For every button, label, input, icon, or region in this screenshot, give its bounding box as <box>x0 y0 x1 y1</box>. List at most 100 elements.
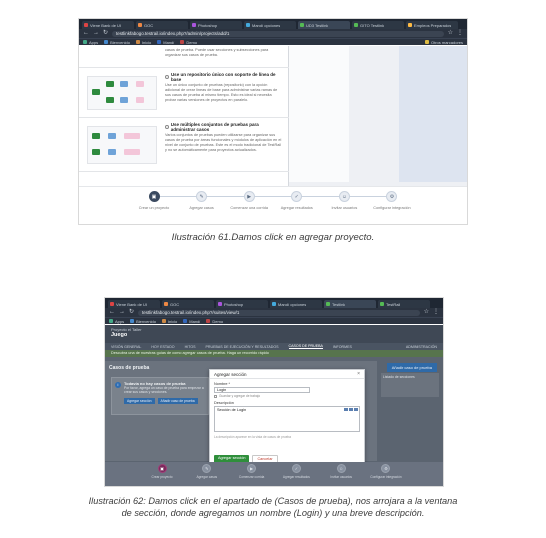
name-label: Nombre * <box>214 382 231 386</box>
step-configure-integration[interactable]: ⚙ Configurar integración <box>372 191 412 221</box>
image-icon[interactable] <box>349 408 353 411</box>
option-description: casos de prueba. Puede usar secciones y … <box>165 48 269 57</box>
star-icon[interactable]: ☆ <box>448 29 453 38</box>
suite-mode-options: casos de prueba. Puede usar secciones y … <box>79 46 289 194</box>
browser-tab[interactable]: TestRail <box>378 300 430 308</box>
option-baseline-repository[interactable]: Use un repositorio único con soporte de … <box>79 68 289 118</box>
bookmark-item[interactable]: Mandí <box>157 40 174 45</box>
reload-icon[interactable]: ↻ <box>129 308 134 317</box>
menu-dots-icon[interactable]: ⋮ <box>433 308 439 317</box>
add-section-button[interactable]: Agregar sección <box>124 397 155 404</box>
cases-icon: ✎ <box>196 191 208 202</box>
browser-tab[interactable]: Empleos Preparados <box>406 21 458 29</box>
folder-icon: ▣ <box>157 464 167 473</box>
reload-icon[interactable]: ↻ <box>103 29 108 38</box>
star-icon[interactable]: ☆ <box>424 308 429 317</box>
url-field[interactable]: testlinkfabogo.testrail.io/index.php?/su… <box>138 309 420 316</box>
bookmark-item[interactable]: Bienvenido <box>104 40 130 45</box>
screenshot-add-project: Viene Bank de UI GOC Photoshop Mandí opc… <box>78 18 468 225</box>
browser-tab[interactable]: Mandí opciones <box>270 300 322 308</box>
step-invite-users[interactable]: ☺ Invitar usuarios <box>324 191 364 221</box>
browser-tab[interactable]: Photoshop <box>190 21 242 29</box>
bookmark-item[interactable]: Inicio <box>161 319 177 324</box>
nav-reports[interactable]: INFORMES <box>333 345 352 349</box>
bookmark-item[interactable]: Bienvenido <box>130 319 156 324</box>
editor-toolbar <box>344 408 358 411</box>
caption-line: de sección, donde agregamos un nombre (L… <box>121 508 425 518</box>
project-header: Proyecto el Taller Juego <box>105 325 443 343</box>
step-add-results[interactable]: ✓ Agregar resultados <box>279 464 313 479</box>
section-description-textarea[interactable]: Sección de Login <box>214 406 360 432</box>
address-bar: ← → ↻ testlinkfabogo.testrail.io/index.p… <box>105 308 443 317</box>
forward-arrow-icon[interactable]: → <box>119 308 125 317</box>
nav-overview[interactable]: VISIÓN GENERAL <box>111 345 141 349</box>
bookmark-item[interactable]: Mandí <box>183 319 200 324</box>
page-content-dimmed: Proyecto el Taller Juego VISIÓN GENERAL … <box>105 325 443 486</box>
add-test-case-button[interactable]: Añadir caso de prueba <box>157 397 198 404</box>
menu-dots-icon[interactable]: ⋮ <box>457 29 463 38</box>
project-title: Juego <box>111 332 128 338</box>
bookmark-item[interactable]: Demo <box>180 40 197 45</box>
play-icon: ▶ <box>247 464 257 473</box>
browser-tab[interactable]: GITO Testlink <box>352 21 404 29</box>
section-name-input[interactable]: Login <box>214 387 310 393</box>
format-icon[interactable] <box>344 408 348 411</box>
browser-tab[interactable]: Mandí opciones <box>244 21 296 29</box>
add-test-case-sidebar-button[interactable]: Añadir caso de prueba <box>386 363 437 372</box>
keep-open-checkbox[interactable]: Guardar y agregar de trabajo <box>214 394 364 398</box>
right-panel <box>399 46 467 182</box>
browser-tab-active[interactable]: UD3 Testlink <box>298 21 350 29</box>
info-icon: i <box>115 382 121 388</box>
step-configure-integration[interactable]: ⚙ Configurar integración <box>369 464 403 479</box>
back-arrow-icon[interactable]: ← <box>83 29 89 38</box>
step-add-results[interactable]: ✓ Agregar resultados <box>277 191 317 221</box>
bookmark-item[interactable]: Apps <box>109 319 124 324</box>
browser-tab[interactable]: Photoshop <box>216 300 268 308</box>
nav-today[interactable]: HOY ESTADO <box>151 345 174 349</box>
back-arrow-icon[interactable]: ← <box>109 308 115 317</box>
nav-test-runs[interactable]: PRUEBAS DE EJECUCIÓN Y RESULTADOS <box>206 345 279 349</box>
step-start-run[interactable]: ▶ Comenzar corrida <box>235 464 269 479</box>
step-add-cases[interactable]: ✎ Agregar casos <box>190 464 224 479</box>
url-field[interactable]: testlinkfabogo.testrail.io/index.php?/ad… <box>112 30 444 37</box>
close-icon[interactable]: × <box>357 371 360 377</box>
radio-button[interactable] <box>165 125 169 129</box>
figure-caption-61: Ilustración 61.Damos click en agregar pr… <box>171 232 375 243</box>
option-title: Use múltiples conjuntos de pruebas para … <box>165 122 283 132</box>
dialog-title: Agregar sección × <box>210 370 364 379</box>
bookmark-item[interactable]: Apps <box>83 40 98 45</box>
description-label: Descripción <box>214 401 234 405</box>
radio-button[interactable] <box>165 75 169 79</box>
nav-milestones[interactable]: HITOS <box>185 345 196 349</box>
bookmark-item[interactable]: Demo <box>206 319 223 324</box>
table-icon[interactable] <box>354 408 358 411</box>
step-invite-users[interactable]: ☺ Invitar usuarios <box>324 464 358 479</box>
section-title: Casos de prueba <box>109 365 150 371</box>
browser-tab[interactable]: Viene Bank de UI <box>82 21 134 29</box>
description-hint: La descripción aparece en la vista de ca… <box>214 435 292 439</box>
browser-tab[interactable]: GOC <box>136 21 188 29</box>
step-start-run[interactable]: ▶ Comenzar una corrida <box>229 191 269 221</box>
browser-tab-active[interactable]: Testlink <box>324 300 376 308</box>
checkbox-icon[interactable] <box>214 394 217 398</box>
option-multiple-suites[interactable]: Use múltiples conjuntos de pruebas para … <box>79 118 289 172</box>
browser-tab[interactable]: Viene Bank de UI <box>108 300 160 308</box>
browser-tab-bar: Viene Bank de UI GOC Photoshop Mandí opc… <box>79 19 467 29</box>
play-icon: ▶ <box>243 191 255 202</box>
forward-arrow-icon[interactable]: → <box>93 29 99 38</box>
info-banner: Descubra una de nuestras guías de como a… <box>105 350 443 357</box>
onboarding-stepper: ▣ Crear proyecto ✎ Agregar casos ▶ Comenzar… <box>105 462 443 486</box>
browser-tab[interactable]: GOC <box>162 300 214 308</box>
option-single-repository[interactable]: casos de prueba. Puede usar secciones y … <box>79 46 289 68</box>
step-create-project[interactable]: ▣ Crear un proyecto <box>134 191 174 221</box>
bookmark-item[interactable]: Inicio <box>135 40 151 45</box>
nav-test-cases[interactable]: CASOS DE PRUEBA <box>288 344 323 349</box>
user-icon: ☺ <box>338 191 350 202</box>
cases-icon: ✎ <box>202 464 212 473</box>
step-add-cases[interactable]: ✎ Agregar casos <box>182 191 222 221</box>
bookmark-item[interactable]: Otros marcadores <box>424 40 463 45</box>
screenshot-add-section: Viene Bank de UI GOC Photoshop Mandí opc… <box>104 297 444 487</box>
step-create-project[interactable]: ▣ Crear proyecto <box>145 464 179 479</box>
nav-administration[interactable]: ADMINISTRACIÓN <box>406 345 437 349</box>
main-navigation: VISIÓN GENERAL HOY ESTADO HITOS PRUEBAS … <box>105 343 443 350</box>
